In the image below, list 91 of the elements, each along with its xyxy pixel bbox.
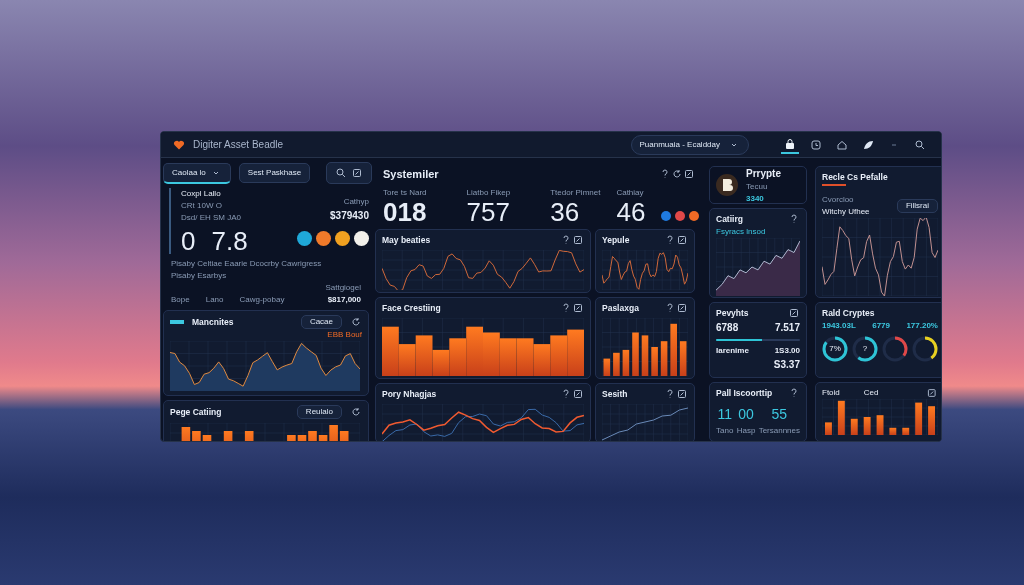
stat-label: Cathiay (616, 186, 645, 199)
search-icon[interactable] (335, 167, 348, 179)
value-label: Sattgiogel (325, 282, 361, 294)
stat-label: Liatbo Fikep (466, 186, 511, 199)
stat-value: S3.37 (772, 357, 800, 372)
card-title: Rald Cryptes (822, 307, 876, 320)
card-title: Sesith (602, 387, 628, 401)
gauge-value: 6779 (872, 319, 890, 332)
filter-chip[interactable]: Cacae (300, 315, 342, 329)
card-title: Ftoid (822, 387, 840, 399)
window-icon[interactable] (683, 168, 695, 181)
info-text: Cawg-pobay (239, 294, 285, 306)
stat-label: Tore ts Nard (383, 186, 427, 199)
logo-icon (173, 138, 185, 151)
app-title: Digiter Asset Beadle (193, 138, 284, 152)
gauge-ring (882, 335, 908, 362)
profile-subtitle: Tecuu (746, 180, 769, 193)
window-icon[interactable] (351, 167, 364, 179)
window-icon[interactable] (676, 387, 688, 400)
gauge-label: 7% (829, 342, 841, 355)
timer-value: 11 (716, 404, 733, 424)
refresh-icon[interactable] (671, 168, 683, 181)
stat-value: 7.517 (774, 320, 800, 335)
card-title: Pall Iscoorttip (716, 387, 773, 400)
refresh-icon[interactable] (350, 406, 362, 418)
stat-label: Iarenime (716, 344, 749, 357)
card-title: Recle Cs Pefalle (822, 171, 889, 184)
window-icon[interactable] (572, 301, 584, 314)
value-amount: $817,000 (326, 294, 361, 306)
info-text: Lano (205, 294, 224, 306)
action-button[interactable]: Sest Paskhase (238, 163, 311, 183)
info-text: Pisaby Esarbys (171, 270, 228, 282)
stat-value: 1S3.00 (774, 344, 800, 357)
value-label: Cathyp (343, 196, 369, 208)
card-title: Ced (863, 387, 879, 399)
timer-value: 55 (770, 404, 789, 424)
profile-name: Prrypte (746, 167, 781, 181)
window-icon[interactable] (788, 307, 800, 319)
gauge-ring (822, 335, 848, 362)
window-icon[interactable] (676, 233, 688, 246)
card-title: May beaties (382, 233, 431, 247)
profile-value: 3340 (746, 192, 765, 203)
legend-label: EBB Bouf (326, 329, 362, 341)
gauge-value: 1943.03L (822, 319, 856, 332)
filter-chip[interactable]: Reulalo (296, 405, 342, 419)
window-icon[interactable] (926, 387, 938, 399)
gauge-label: ? (862, 342, 868, 355)
info-text: Bope (171, 294, 190, 306)
section-title: Systemiler (383, 167, 439, 182)
card-title: Paslaxga (602, 301, 639, 315)
stat-value: 36 (550, 198, 581, 225)
lock-icon[interactable] (784, 137, 796, 150)
refresh-icon[interactable] (350, 316, 362, 328)
filter-select[interactable]: Puanmuaia - Ecaldday (630, 134, 749, 155)
stat-label: Ttedor Pimnet (550, 186, 601, 199)
stat-value: 6788 (716, 320, 739, 335)
timer-value: 00 (737, 404, 755, 424)
card-title: Pory Nhagjas (382, 387, 437, 401)
filter-button[interactable]: Fillsrai (896, 198, 938, 213)
chart-subtitle: Fsyracs lnsod (716, 225, 767, 238)
title-underline (822, 183, 846, 186)
chart-label: Cvorcloo (822, 193, 855, 206)
summary-line: Coxpl Lallo (181, 188, 222, 200)
window-icon[interactable] (676, 301, 688, 314)
stat-value: 46 (616, 198, 646, 225)
period-dropdown[interactable]: Caolaa lo (163, 162, 231, 184)
value-amount: $379430 (330, 209, 369, 223)
card-title: Face Crestiing (382, 301, 441, 315)
gauge-ring (852, 335, 878, 362)
timer-label: Hasp (736, 424, 756, 437)
coin-logo-icon (716, 173, 738, 197)
window-icon[interactable] (572, 233, 584, 246)
big-number: 0 (181, 228, 196, 254)
info-text: Pisaby Celtiae Eaarie Dcocrby Cawrigress (171, 258, 323, 270)
card-title: Pevyhts (716, 307, 749, 320)
big-number: 7.8 (211, 228, 248, 254)
card-title: Catiirg (716, 213, 743, 226)
card-title: Mancnites (192, 315, 234, 329)
summary-line: Dsd/ EH SM JA0 (181, 212, 242, 224)
chart-label: Witchy Ufhee (822, 205, 870, 218)
window-icon[interactable] (572, 387, 584, 400)
legend-swatch (170, 320, 184, 324)
gauge-value: 177.20% (906, 319, 938, 332)
stat-value: 757 (466, 198, 511, 225)
card-title: Pege Catiing (170, 405, 222, 419)
stat-value: 018 (383, 198, 427, 225)
timer-label: Tersannnes (758, 424, 800, 437)
timer-label: Tano (716, 424, 734, 437)
summary-line: CRt 10W O (181, 200, 223, 212)
gauge-ring (912, 335, 938, 362)
card-title: Yepule (602, 233, 630, 247)
